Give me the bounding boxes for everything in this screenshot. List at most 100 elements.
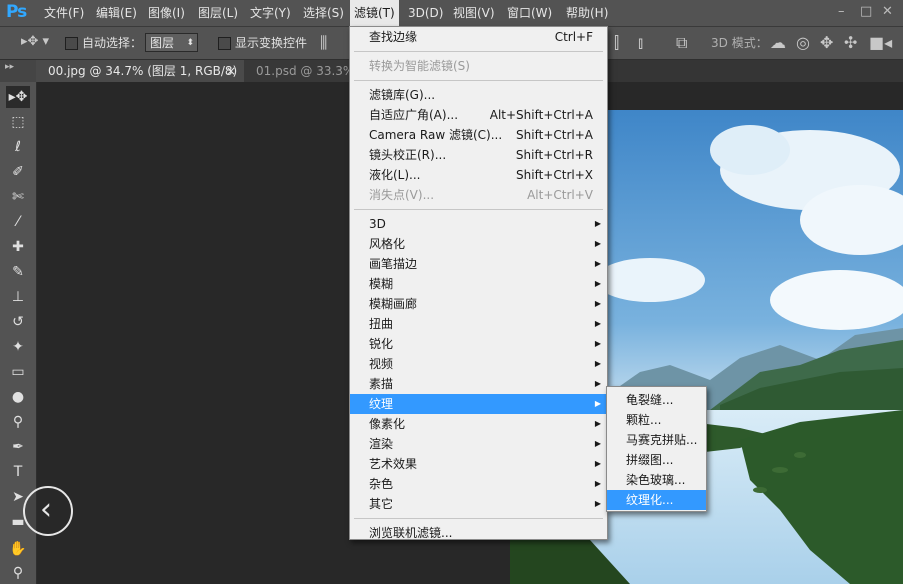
texture-submenu-item[interactable]: 染色玻璃... [607,470,706,490]
texture-submenu-item[interactable]: 马赛克拼贴... [607,430,706,450]
dodge-tool-icon[interactable]: ⚲ [6,411,30,433]
menu-item-label: 视频 [369,357,394,371]
menu-item-label: 像素化 [369,417,406,431]
dropdown-arrow-icon: ⬍ [186,38,194,48]
filter-menu-item[interactable]: 素描 ▶ [350,374,607,394]
move-tool-icon[interactable]: ▸✥ [6,86,30,108]
menu-item-label: 杂色 [369,477,394,491]
scale-3d-icon[interactable]: ■◂ [869,33,892,52]
auto-select-target-dropdown[interactable]: 图层 ⬍ [145,33,198,52]
menu-item-shortcut: Shift+Ctrl+R [515,148,593,162]
menu-item-label: 画笔描边 [369,257,418,271]
filter-menu-item[interactable]: 自适应广角(A)... Alt+Shift+Ctrl+A [350,105,607,125]
eraser-tool-icon[interactable]: ✦ [6,336,30,358]
filter-menu-item[interactable]: Camera Raw 滤镜(C)... Shift+Ctrl+A [350,125,607,145]
menu-0[interactable]: 文件(F) [40,0,88,26]
submenu-arrow-icon: ▶ [594,499,601,508]
photoshop-logo: Ps [6,2,27,22]
maximize-button[interactable]: □ [860,4,872,19]
filter-menu-item[interactable]: 模糊 ▶ [350,274,607,294]
filter-menu-item[interactable]: 液化(L)... Shift+Ctrl+X [350,165,607,185]
submenu-arrow-icon: ▶ [594,339,601,348]
menu-5[interactable]: 选择(S) [299,0,348,26]
roll-3d-icon[interactable]: ◎ [796,33,810,52]
lasso-tool-icon[interactable]: ℓ [6,136,30,158]
menu-item-shortcut: Shift+Ctrl+A [516,128,593,142]
filter-menu-item[interactable]: 纹理 ▶ [350,394,607,414]
distribute-spacing-icon[interactable]: ⧉ [676,33,687,53]
filter-menu-item[interactable]: 镜头校正(R)... Shift+Ctrl+R [350,145,607,165]
menu-4[interactable]: 文字(Y) [246,0,295,26]
filter-menu-item[interactable]: 模糊画廊 ▶ [350,294,607,314]
healing-brush-tool-icon[interactable]: ✚ [6,236,30,258]
align-top-icon[interactable]: ⫼ [320,33,327,53]
clone-stamp-tool-icon[interactable]: ⊥ [6,286,30,308]
move-tool-preset-icon[interactable]: ▸✥ ▾ [21,34,49,49]
filter-menu-item[interactable]: 视频 ▶ [350,354,607,374]
filter-menu-item[interactable]: 滤镜库(G)... [350,85,607,105]
menu-item-shortcut: Ctrl+F [554,30,593,44]
submenu-arrow-icon: ▶ [594,399,601,408]
chevron-left-icon: ‹ [40,492,52,527]
menu-7[interactable]: 3D(D) [404,0,447,26]
marquee-tool-icon[interactable]: ⬚ [6,111,30,133]
filter-menu-item[interactable]: 其它 ▶ [350,494,607,514]
auto-select-checkbox[interactable] [65,37,78,50]
filter-menu-item[interactable]: 杂色 ▶ [350,474,607,494]
menu-8[interactable]: 视图(V) [449,0,499,26]
menu-separator [354,209,603,210]
submenu-arrow-icon: ▶ [594,479,601,488]
filter-menu-item[interactable]: 查找边缘 Ctrl+F [350,27,607,47]
texture-submenu-item[interactable]: 颗粒... [607,410,706,430]
filter-menu-item[interactable]: 画笔描边 ▶ [350,254,607,274]
submenu-arrow-icon: ▶ [594,279,601,288]
eyedropper-tool-icon[interactable]: ⁄ [6,211,30,233]
type-tool-icon[interactable]: T [6,461,30,483]
menu-item-shortcut: Shift+Ctrl+X [516,168,593,182]
crop-tool-icon[interactable]: ✄ [6,186,30,208]
hand-tool-icon[interactable]: ✋ [6,538,30,560]
zoom-tool-icon[interactable]: ⚲ [6,562,30,584]
tab-document-00[interactable]: 00.jpg @ 34.7% (图层 1, RGB/8) * × [36,60,244,100]
texture-submenu-item[interactable]: 纹理化... [607,490,706,510]
quick-selection-tool-icon[interactable]: ✐ [6,161,30,183]
texture-submenu-item[interactable]: 龟裂缝... [607,390,706,410]
filter-menu-item[interactable]: 浏览联机滤镜... [350,523,607,543]
distribute-icon[interactable]: ⫾ [638,33,643,53]
menu-item-label: 浏览联机滤镜... [369,526,453,540]
drag-3d-icon[interactable]: ✥ [820,33,833,52]
show-transform-checkbox[interactable] [218,37,231,50]
blur-tool-icon[interactable]: ● [6,386,30,408]
menu-2[interactable]: 图像(I) [144,0,189,26]
align-center-icon[interactable]: ⫿ [614,33,619,53]
filter-menu-item[interactable]: 渲染 ▶ [350,434,607,454]
filter-menu-item[interactable]: 艺术效果 ▶ [350,454,607,474]
tab-close-icon[interactable]: × [226,60,236,82]
pen-tool-icon[interactable]: ✒ [6,436,30,458]
auto-select-label: 自动选择： [82,36,143,50]
texture-submenu: 龟裂缝... 颗粒... 马赛克拼贴... 拼缀图... 染色玻璃... 纹理化... [606,386,707,512]
back-navigation-button[interactable]: ‹ [23,486,73,536]
panel-collapse-handle[interactable]: ▸▸ [0,60,36,82]
filter-menu-item[interactable]: 锐化 ▶ [350,334,607,354]
filter-menu-item[interactable]: 风格化 ▶ [350,234,607,254]
minimize-button[interactable]: – [838,4,845,19]
close-window-button[interactable]: ✕ [882,4,893,19]
menu-3[interactable]: 图层(L) [194,0,242,26]
menu-10[interactable]: 帮助(H) [562,0,612,26]
menu-item-label: 纹理 [369,397,394,411]
tab-document-01[interactable]: 01.psd @ 33.3% (背景 [244,60,364,100]
brush-tool-icon[interactable]: ✎ [6,261,30,283]
menu-9[interactable]: 窗口(W) [503,0,556,26]
orbit-3d-icon[interactable]: ☁ [770,33,786,52]
menu-item-label: 模糊画廊 [369,297,418,311]
filter-menu-item[interactable]: 扭曲 ▶ [350,314,607,334]
filter-menu-item[interactable]: 3D ▶ [350,214,607,234]
menu-6[interactable]: 滤镜(T) [350,0,399,26]
filter-menu-item[interactable]: 像素化 ▶ [350,414,607,434]
texture-submenu-item[interactable]: 拼缀图... [607,450,706,470]
gradient-tool-icon[interactable]: ▭ [6,361,30,383]
slide-3d-icon[interactable]: ✣ [844,33,857,52]
menu-1[interactable]: 编辑(E) [92,0,141,26]
history-brush-tool-icon[interactable]: ↺ [6,311,30,333]
